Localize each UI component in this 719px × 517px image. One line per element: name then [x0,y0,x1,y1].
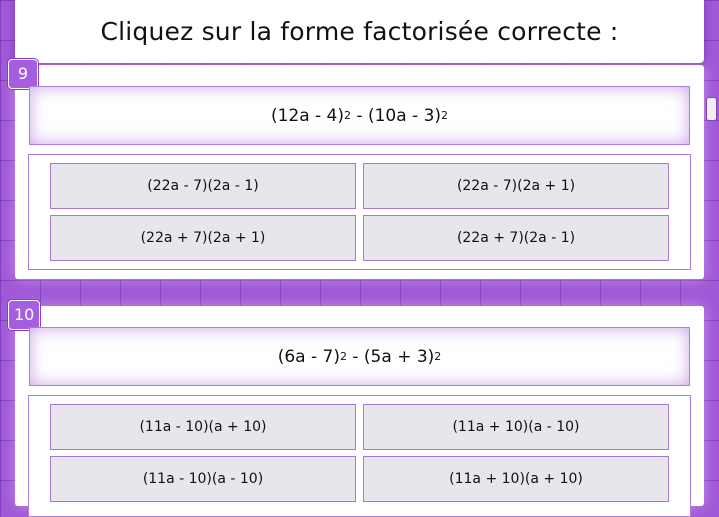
question-card-10: 10 (6a - 7) 2 - (5a + 3) 2 (11a - 10)(a + … [8,300,704,517]
expr-exp-a: 2 [344,109,352,122]
expr-minus: - [351,105,368,126]
choice-button[interactable]: (22a + 7)(2a - 1) [363,215,669,261]
expr-exp-a: 2 [339,350,347,363]
choice-button[interactable]: (22a - 7)(2a + 1) [363,163,669,209]
instruction-header: Cliquez sur la forme factorisée correcte… [15,0,704,63]
question-number: 10 [8,300,41,330]
choice-button[interactable]: (22a - 7)(2a - 1) [50,163,356,209]
expr-term-b: (10a - 3) [367,105,442,126]
expression-box: (12a - 4) 2 - (10a - 3) 2 [29,86,690,145]
expr-minus: - [346,346,364,367]
expr-term-a: (12a - 4) [270,105,345,126]
expr-exp-b: 2 [434,350,442,363]
choices-panel: (11a - 10)(a + 10) (11a + 10)(a - 10) (1… [28,395,691,517]
expr-term-b: (5a + 3) [363,346,435,367]
instruction-title: Cliquez sur la forme factorisée correcte… [100,17,619,46]
question-card-9: 9 (12a - 4) 2 - (10a - 3) 2 (22a - 7)(2a -… [8,59,704,279]
choice-button[interactable]: (11a + 10)(a - 10) [363,404,669,450]
scrollbar-thumb[interactable] [706,97,717,121]
question-number: 9 [8,59,38,89]
choice-button[interactable]: (11a - 10)(a - 10) [50,456,356,502]
expr-exp-b: 2 [441,109,449,122]
expression-box: (6a - 7) 2 - (5a + 3) 2 [29,327,690,386]
choice-button[interactable]: (22a + 7)(2a + 1) [50,215,356,261]
choice-button[interactable]: (11a + 10)(a + 10) [363,456,669,502]
choice-button[interactable]: (11a - 10)(a + 10) [50,404,356,450]
expr-term-a: (6a - 7) [277,346,340,367]
choices-panel: (22a - 7)(2a - 1) (22a - 7)(2a + 1) (22a… [28,154,691,270]
